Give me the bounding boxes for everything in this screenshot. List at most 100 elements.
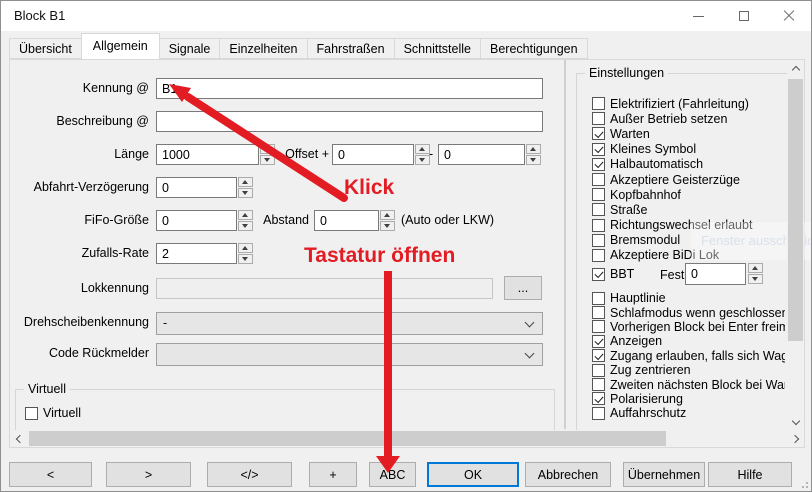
bbt-checkbox-row[interactable]: BBT	[592, 267, 634, 281]
code-rueckmelder-dropdown[interactable]	[156, 343, 543, 366]
settings-checkbox-row[interactable]: Kleines Symbol	[592, 142, 785, 157]
tab-berechtigungen[interactable]: Berechtigungen	[480, 38, 588, 59]
fest-spinner[interactable]	[748, 263, 763, 285]
settings-checkbox[interactable]	[592, 97, 605, 110]
settings-checkbox[interactable]	[592, 407, 605, 420]
kennung-input[interactable]	[156, 78, 543, 99]
settings-checkbox[interactable]	[592, 158, 605, 171]
tab-schnittstelle[interactable]: Schnittstelle	[394, 38, 481, 59]
settings-checkbox[interactable]	[592, 127, 605, 140]
settings-checkbox[interactable]	[592, 292, 605, 305]
beschreibung-input[interactable]	[156, 111, 543, 132]
tab-einzelheiten[interactable]: Einzelheiten	[219, 38, 307, 59]
settings-checkbox[interactable]	[592, 349, 605, 362]
settings-checkbox-row[interactable]: Zweiten nächsten Block bei Warte	[592, 377, 785, 391]
maximize-button[interactable]	[721, 1, 766, 31]
fifo-groesse-input[interactable]	[156, 210, 237, 231]
settings-checkbox-row[interactable]: Auffahrschutz	[592, 406, 785, 420]
apply-button[interactable]: Übernehmen	[623, 462, 705, 487]
close-button[interactable]	[766, 1, 811, 31]
settings-checkbox-row[interactable]: Hauptlinie	[592, 291, 785, 305]
settings-checkbox-row[interactable]: Kopfbahnhof	[592, 187, 785, 202]
spinner-up-icon[interactable]	[380, 210, 395, 220]
settings-checkbox[interactable]	[592, 306, 605, 319]
virtuell-checkbox-row[interactable]: Virtuell	[25, 406, 81, 420]
settings-checkbox[interactable]	[592, 364, 605, 377]
laenge-spinner[interactable]	[260, 144, 275, 165]
spinner-up-icon[interactable]	[415, 144, 430, 154]
settings-checkbox-row[interactable]: Anzeigen	[592, 334, 785, 348]
settings-checkbox[interactable]	[592, 112, 605, 125]
settings-checkbox[interactable]	[592, 335, 605, 348]
settings-checkbox-row[interactable]: Zug zentrieren	[592, 363, 785, 377]
cancel-button[interactable]: Abbrechen	[525, 462, 611, 487]
horizontal-scrollbar[interactable]	[10, 430, 804, 447]
settings-checkbox-row[interactable]: Elektrifiziert (Fahrleitung)	[592, 96, 785, 111]
help-button[interactable]: Hilfe	[708, 462, 792, 487]
fest-input[interactable]	[685, 263, 746, 285]
minimize-button[interactable]	[676, 1, 721, 31]
settings-checkbox[interactable]	[592, 249, 605, 262]
settings-checkbox[interactable]	[592, 143, 605, 156]
spinner-down-icon[interactable]	[238, 254, 253, 264]
abstand-spinner[interactable]	[380, 210, 395, 231]
footer-button-abc[interactable]: ABC	[369, 462, 416, 487]
settings-checkbox-row[interactable]: Warten	[592, 126, 785, 141]
tab-signale[interactable]: Signale	[159, 38, 221, 59]
settings-checkbox-row[interactable]: Außer Betrieb setzen	[592, 111, 785, 126]
settings-checkbox[interactable]	[592, 219, 605, 232]
settings-checkbox-row[interactable]: Polarisierung	[592, 392, 785, 406]
horizontal-scrollbar-thumb[interactable]	[29, 431, 666, 446]
spinner-down-icon[interactable]	[238, 188, 253, 198]
drehscheibenkennung-dropdown[interactable]: -	[156, 312, 543, 335]
offset-minus-spinner[interactable]	[526, 144, 541, 165]
spinner-up-icon[interactable]	[238, 177, 253, 187]
spinner-down-icon[interactable]	[526, 155, 541, 165]
footer-button-prev[interactable]: <	[9, 462, 92, 487]
settings-checkbox[interactable]	[592, 203, 605, 216]
footer-button-code[interactable]: </>	[207, 462, 292, 487]
scrollbar-right-button[interactable]	[787, 430, 804, 447]
scrollbar-down-button[interactable]	[787, 413, 804, 430]
offset-plus-spinner[interactable]	[415, 144, 430, 165]
vertical-scrollbar-thumb[interactable]	[788, 79, 803, 341]
zufalls-rate-input[interactable]	[156, 243, 237, 264]
abstand-input[interactable]	[314, 210, 379, 231]
offset-plus-input[interactable]	[332, 144, 414, 165]
settings-checkbox-row[interactable]: Straße	[592, 202, 785, 217]
spinner-up-icon[interactable]	[238, 243, 253, 253]
fifo-spinner[interactable]	[238, 210, 253, 231]
tab-allgemein[interactable]: Allgemein	[81, 33, 160, 59]
settings-checkbox[interactable]	[592, 378, 605, 391]
ok-button[interactable]: OK	[427, 462, 519, 487]
spinner-down-icon[interactable]	[260, 155, 275, 165]
settings-checkbox-row[interactable]: Zugang erlauben, falls sich Wage	[592, 349, 785, 363]
tab-fahrstrassen[interactable]: Fahrstraßen	[307, 38, 395, 59]
abfahrt-verzoegerung-input[interactable]	[156, 177, 237, 198]
bbt-checkbox[interactable]	[592, 268, 605, 281]
abfahrt-spinner[interactable]	[238, 177, 253, 198]
settings-checkbox[interactable]	[592, 392, 605, 405]
settings-checkbox-row[interactable]: Schlafmodus wenn geschlossen	[592, 305, 785, 319]
panel-splitter[interactable]	[564, 60, 566, 429]
spinner-down-icon[interactable]	[380, 221, 395, 231]
settings-checkbox-row[interactable]: Vorherigen Block bei Enter freime	[592, 320, 785, 334]
virtuell-checkbox[interactable]	[25, 407, 38, 420]
settings-checkbox[interactable]	[592, 173, 605, 186]
spinner-down-icon[interactable]	[238, 221, 253, 231]
spinner-down-icon[interactable]	[748, 274, 763, 284]
tab-uebersicht[interactable]: Übersicht	[9, 38, 82, 59]
spinner-down-icon[interactable]	[415, 155, 430, 165]
spinner-up-icon[interactable]	[260, 144, 275, 154]
footer-button-plus[interactable]: +	[309, 462, 357, 487]
laenge-input[interactable]	[156, 144, 259, 165]
settings-checkbox[interactable]	[592, 234, 605, 247]
vertical-scrollbar[interactable]	[787, 60, 804, 430]
settings-checkbox[interactable]	[592, 188, 605, 201]
scrollbar-left-button[interactable]	[10, 430, 27, 447]
scrollbar-up-button[interactable]	[787, 60, 804, 77]
offset-minus-input[interactable]	[438, 144, 525, 165]
spinner-up-icon[interactable]	[526, 144, 541, 154]
settings-checkbox[interactable]	[592, 320, 605, 333]
settings-checkbox-row[interactable]: Akzeptiere Geisterzüge	[592, 172, 785, 187]
